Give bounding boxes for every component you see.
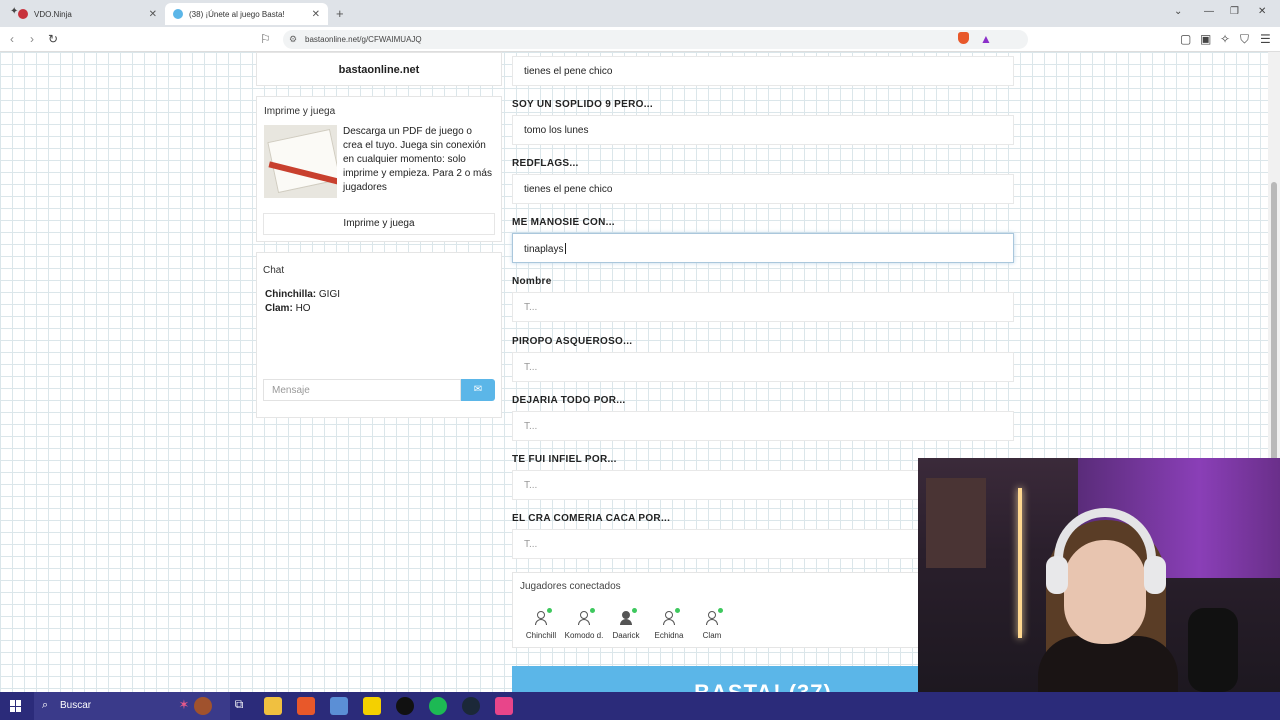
user-avatar-icon [660,608,680,627]
chat-heading: Chat [263,265,285,276]
player-chip[interactable]: Chinchill [519,608,563,640]
chat-message: Clam: HO [265,302,495,316]
player-chip[interactable]: Clam [690,608,734,640]
print-description: Descarga un PDF de juego o crea el tuyo.… [343,126,492,193]
brave-browser-icon[interactable] [297,697,315,715]
windows-taskbar: ⌕ Buscar ✶ ⧉ [0,692,1280,720]
chat-send-button[interactable]: ✉ [461,379,495,401]
player-chip[interactable]: Echidna [647,608,691,640]
vdo-ninja-favicon-icon [18,9,28,19]
streaming-app-icon[interactable] [495,697,513,715]
windows-start-icon[interactable] [10,700,22,712]
category-label: EL CRA COMERIA CACA POR... [512,513,671,524]
category-label: Nombre [512,276,552,287]
tab-title: VDO.Ninja [34,9,72,19]
task-view-icon[interactable]: ⧉ [230,697,248,715]
category-label: ME MANOSIE CON... [512,217,615,228]
brave-shields-icon[interactable] [958,32,969,44]
chat-panel: Chat Chinchilla: GIGI Clam: HO Mensaje ✉ [256,252,502,418]
basta-favicon-icon [173,9,183,19]
category-label: PIROPO ASQUEROSO... [512,336,633,347]
answer-input[interactable]: tienes el pene chico [512,56,1014,86]
main-menu-icon[interactable]: ☰ [1260,32,1271,46]
player-name: Clam [702,631,722,640]
print-and-play-card: Imprime y juega Descarga un PDF de juego… [256,96,502,242]
player-chip[interactable]: Komodo d. [562,608,606,640]
player-name: Chinchill [525,631,557,640]
chat-message-input[interactable]: Mensaje [263,379,461,401]
sticky-notes-icon[interactable] [363,697,381,715]
vpn-icon[interactable]: ⛉ [1240,32,1249,47]
print-heading: Imprime y juega [264,106,336,117]
url-text: bastaonline.net/g/CFWAIMUAJQ [305,35,422,44]
category-label: DEJARIA TODO POR... [512,395,626,406]
app-window-icon[interactable] [330,697,348,715]
player-chip[interactable]: Daarick [604,608,648,640]
steam-icon[interactable] [462,697,480,715]
user-avatar-icon [575,608,595,627]
user-avatar-icon [617,608,637,627]
scrollbar-thumb[interactable] [1271,182,1277,502]
category-label: REDFLAGS... [512,158,579,169]
print-and-play-button[interactable]: Imprime y juega [263,213,495,235]
answer-input-focused[interactable]: tinaplays [512,233,1014,263]
new-tab-icon[interactable]: + [336,6,344,21]
site-title[interactable]: bastaonline.net [256,52,502,86]
reload-icon[interactable]: ↻ [48,32,58,46]
spotify-icon[interactable] [429,697,447,715]
search-icon: ⌕ [42,699,49,711]
close-tab-icon[interactable]: ✕ [149,9,157,20]
player-name: Daarick [612,631,640,640]
wallet-icon[interactable]: ▣ [1200,32,1211,46]
site-info-icon[interactable]: ⚙ [289,34,297,45]
tab-basta-game[interactable]: (38) ¡Únete al juego Basta! ✕ [165,3,328,25]
answer-input[interactable]: tomo los lunes [512,115,1014,145]
leo-ai-icon[interactable]: ✧ [1220,32,1230,46]
player-name: Echidna [654,631,684,640]
address-bar-row: ‹ › ↻ ⚐ ⚙ bastaonline.net/g/CFWAIMUAJQ ▲… [0,27,1280,52]
window-close-icon[interactable]: ✕ [1258,6,1266,17]
tab-title: (38) ¡Únete al juego Basta! [189,9,285,19]
browser-tab-bar: ✦ VDO.Ninja ✕ (38) ¡Únete al juego Basta… [0,0,1280,27]
brave-rewards-icon[interactable]: ▲ [980,32,992,46]
search-highlight-icon[interactable]: ✶ [175,697,193,715]
user-avatar-icon [532,608,552,627]
chat-text: HO [295,303,311,314]
answer-input[interactable]: T... [512,411,1014,441]
forward-icon[interactable]: › [30,32,34,46]
webcam-overlay [918,458,1280,692]
chat-message: Chinchilla: GIGI [265,288,495,302]
category-label: SOY UN SOPLIDO 9 PERO... [512,99,653,110]
chat-user: Chinchilla: [265,289,317,300]
tab-list-icon[interactable]: ⌄ [1174,6,1182,17]
bookmark-icon[interactable]: ⚐ [260,32,271,46]
text-caret [565,243,567,254]
minimize-icon[interactable]: — [1204,6,1214,17]
chat-text: GIGI [318,289,341,300]
send-icon: ✉ [473,384,483,395]
category-label: TE FUI INFIEL POR... [512,454,617,465]
file-explorer-icon[interactable] [264,697,282,715]
close-tab-icon[interactable]: ✕ [312,9,320,20]
tab-vdo-ninja[interactable]: VDO.Ninja ✕ [0,3,165,25]
chat-user: Clam: [265,303,293,314]
restore-icon[interactable]: ❐ [1230,6,1239,17]
url-field[interactable]: ⚙ bastaonline.net/g/CFWAIMUAJQ [283,30,1028,49]
obs-studio-icon[interactable] [396,697,414,715]
sidebar-toggle-icon[interactable]: ▢ [1180,32,1191,46]
player-name: Komodo d. [564,631,604,640]
answer-input[interactable]: T... [512,292,1014,322]
answer-input[interactable]: tienes el pene chico [512,174,1014,204]
search-label: Buscar [60,700,92,711]
print-sheet-image[interactable] [264,125,337,198]
back-icon[interactable]: ‹ [10,32,14,46]
answer-input[interactable]: T... [512,352,1014,382]
user-avatar-icon [703,608,723,627]
input-value: tinaplays [524,244,564,255]
football-icon[interactable] [194,697,212,715]
